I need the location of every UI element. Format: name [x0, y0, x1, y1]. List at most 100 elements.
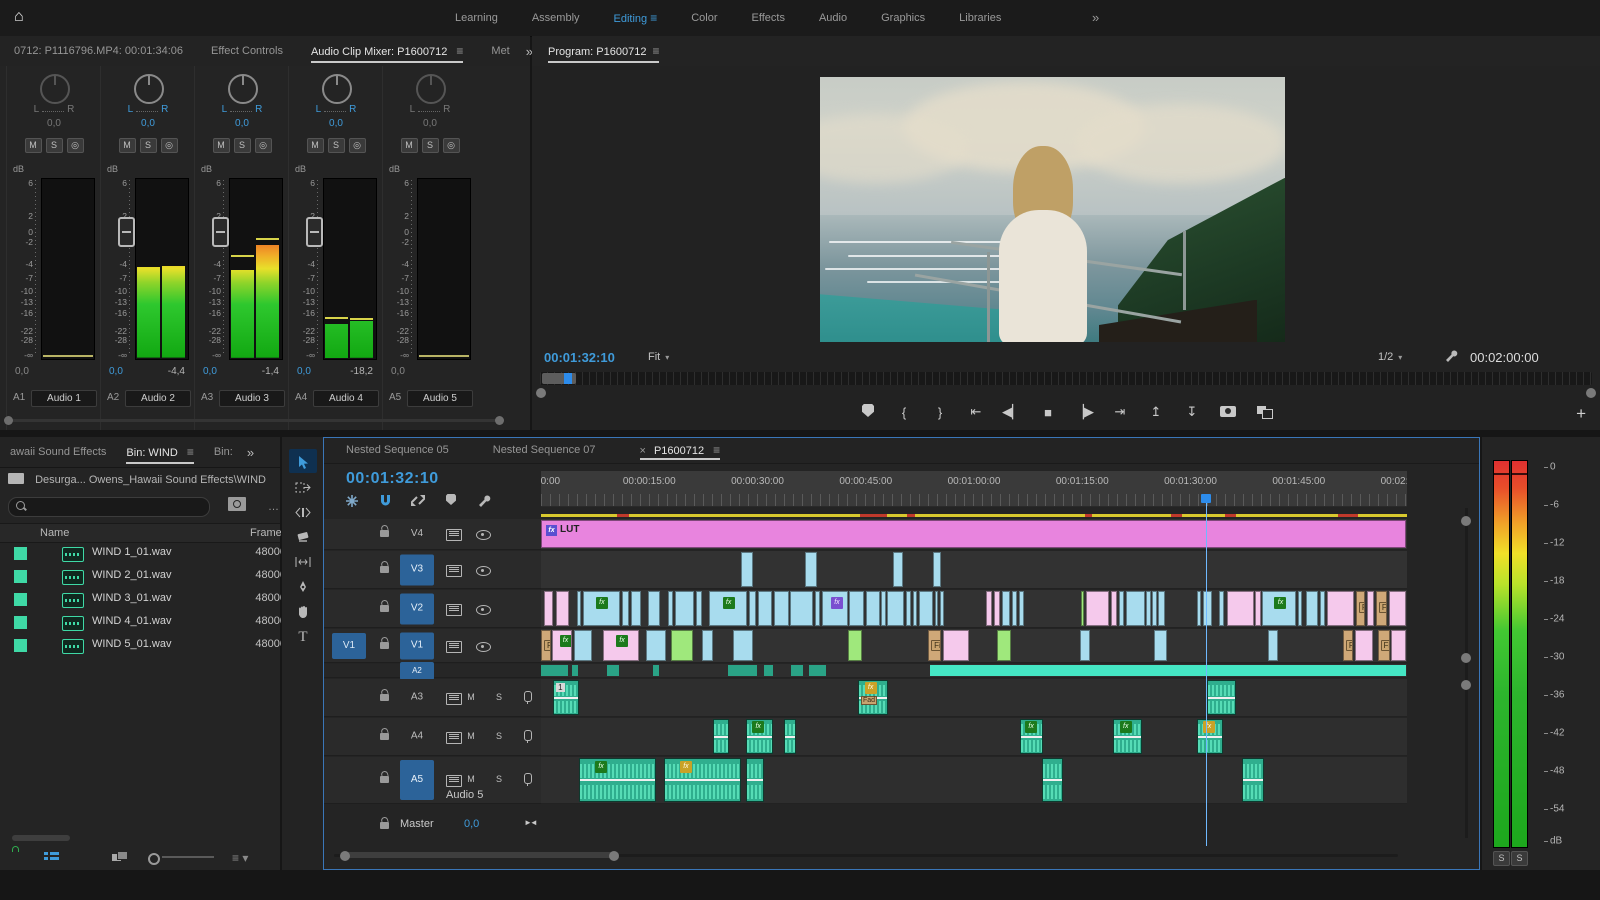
- mute-button[interactable]: M: [400, 138, 418, 153]
- audio-clip[interactable]: [1206, 680, 1237, 715]
- audio-clip[interactable]: fx: [746, 719, 774, 754]
- comparison-view-button[interactable]: [1253, 405, 1275, 420]
- video-clip[interactable]: [1219, 591, 1225, 626]
- audio-clip[interactable]: fx: [663, 758, 742, 802]
- video-clip[interactable]: [1319, 591, 1325, 626]
- solo-track-button[interactable]: S: [492, 691, 506, 704]
- sync-lock-icon[interactable]: [446, 603, 462, 616]
- sort-icons-button[interactable]: ≡ ▾: [232, 851, 248, 865]
- video-clip[interactable]: [1226, 591, 1254, 626]
- audio-clip[interactable]: fx Fad: [857, 680, 889, 715]
- column-frame-rate[interactable]: Frame: [250, 527, 282, 539]
- track-lane-A3[interactable]: 1 fx Fad: [541, 679, 1407, 717]
- video-clip[interactable]: Film: [1375, 591, 1388, 626]
- fader-value[interactable]: 0,0: [297, 366, 311, 377]
- scrollbar-knob[interactable]: [609, 851, 619, 861]
- audio-clip[interactable]: [1041, 758, 1064, 802]
- video-clip[interactable]: Film: [1355, 591, 1366, 626]
- source-patch-V1[interactable]: V1: [332, 632, 366, 659]
- bin-item-row[interactable]: WIND 4_01.wav 48000: [0, 611, 286, 634]
- track-lane-A5[interactable]: fx fx: [541, 757, 1407, 804]
- solo-track-button[interactable]: S: [492, 773, 506, 786]
- audio-clip[interactable]: [541, 665, 568, 676]
- video-clip[interactable]: [865, 591, 880, 626]
- solo-button[interactable]: S: [421, 138, 439, 153]
- workspace-tab-effects[interactable]: Effects: [752, 12, 785, 24]
- mute-track-button[interactable]: M: [464, 773, 478, 786]
- mute-track-button[interactable]: M: [464, 691, 478, 704]
- video-clip[interactable]: [631, 591, 641, 626]
- bin-item-row[interactable]: WIND 1_01.wav 48000: [0, 542, 286, 565]
- column-name[interactable]: Name: [40, 527, 69, 539]
- audio-clip[interactable]: [713, 719, 729, 754]
- video-clip[interactable]: [573, 630, 593, 661]
- video-clip[interactable]: [1255, 591, 1261, 626]
- mute-button[interactable]: M: [306, 138, 324, 153]
- voiceover-record-icon[interactable]: [524, 690, 532, 704]
- video-clip[interactable]: [1152, 591, 1157, 626]
- pen-tool[interactable]: [289, 574, 317, 598]
- audio-clip[interactable]: [763, 665, 774, 676]
- clip-name[interactable]: WIND 3_01.wav: [92, 592, 171, 604]
- video-clip[interactable]: [986, 591, 993, 626]
- video-clip[interactable]: [543, 591, 554, 626]
- video-clip[interactable]: [993, 591, 1000, 626]
- video-clip[interactable]: [668, 591, 674, 626]
- audio-clip[interactable]: [784, 719, 797, 754]
- workspace-tab-color[interactable]: Color: [691, 12, 717, 24]
- lock-icon[interactable]: [380, 821, 389, 829]
- tab-0712-p1116796-mp4-00-01-34-06[interactable]: 0712: P1116796.MP4: 00:01:34:06: [14, 36, 183, 66]
- timeline-hscrollbar[interactable]: [334, 850, 1398, 861]
- tab-met[interactable]: Met: [491, 36, 509, 66]
- video-clip[interactable]: [912, 591, 917, 626]
- fader-value[interactable]: 0,0: [391, 366, 405, 377]
- audio-clip[interactable]: 1: [553, 680, 580, 715]
- track-target-A5[interactable]: A5: [400, 760, 434, 800]
- panel-overflow-icon[interactable]: …: [268, 501, 279, 513]
- video-clip[interactable]: [933, 552, 942, 587]
- pan-value[interactable]: 0,0: [289, 118, 383, 129]
- bin-item-row[interactable]: WIND 5_01.wav 48000: [0, 634, 286, 657]
- audio-clip[interactable]: [728, 665, 757, 676]
- hand-tool[interactable]: [289, 599, 317, 623]
- workspace-tab-assembly[interactable]: Assembly: [532, 12, 580, 24]
- sync-lock-icon[interactable]: [446, 775, 462, 787]
- video-clip[interactable]: Film: [541, 630, 551, 661]
- video-clip[interactable]: [621, 591, 630, 626]
- slip-tool[interactable]: [289, 549, 317, 573]
- video-clip[interactable]: [1019, 591, 1025, 626]
- audio-clip[interactable]: [746, 758, 765, 802]
- label-color-chip[interactable]: [14, 639, 27, 652]
- master-label[interactable]: Master: [400, 818, 434, 830]
- tab-program[interactable]: Program: P1600712 ≡: [548, 36, 660, 66]
- zoom-level-dropdown[interactable]: Fit ▾: [648, 351, 669, 363]
- pan-value[interactable]: 0,0: [101, 118, 195, 129]
- video-clip[interactable]: [1355, 630, 1374, 661]
- track-lane-V2[interactable]: fx fx fx fx Film Film: [541, 590, 1407, 628]
- video-clip[interactable]: [748, 591, 756, 626]
- clip-name[interactable]: WIND 1_01.wav: [92, 546, 171, 558]
- workspace-tab-learning[interactable]: Learning: [455, 12, 498, 24]
- track-name-field[interactable]: Audio 1: [31, 390, 97, 407]
- home-icon[interactable]: ⌂: [14, 8, 38, 28]
- program-settings-wrench-icon[interactable]: [1444, 349, 1458, 366]
- extract-button[interactable]: ↧: [1181, 404, 1203, 420]
- video-clip[interactable]: fx: [821, 591, 848, 626]
- panel-menu-icon[interactable]: ≡: [456, 44, 463, 58]
- video-clip[interactable]: [814, 591, 820, 626]
- ripple-edit-tool[interactable]: [289, 499, 317, 523]
- volume-fader[interactable]: [306, 217, 323, 247]
- sync-lock-icon[interactable]: [446, 731, 462, 744]
- track-name-field[interactable]: Audio 2: [125, 390, 191, 407]
- fader-value[interactable]: 0,0: [203, 366, 217, 377]
- video-clip[interactable]: [1125, 591, 1145, 626]
- video-clip[interactable]: [1388, 591, 1407, 626]
- label-color-chip[interactable]: [14, 570, 27, 583]
- video-clip[interactable]: [696, 591, 703, 626]
- adjustment-layer-clip[interactable]: fx LUT: [541, 520, 1407, 548]
- solo-button[interactable]: S: [45, 138, 63, 153]
- voiceover-record-icon[interactable]: [524, 729, 532, 743]
- sync-lock-icon[interactable]: [446, 564, 462, 577]
- tab-overflow-icon[interactable]: »: [247, 445, 254, 460]
- video-clip[interactable]: [942, 630, 969, 661]
